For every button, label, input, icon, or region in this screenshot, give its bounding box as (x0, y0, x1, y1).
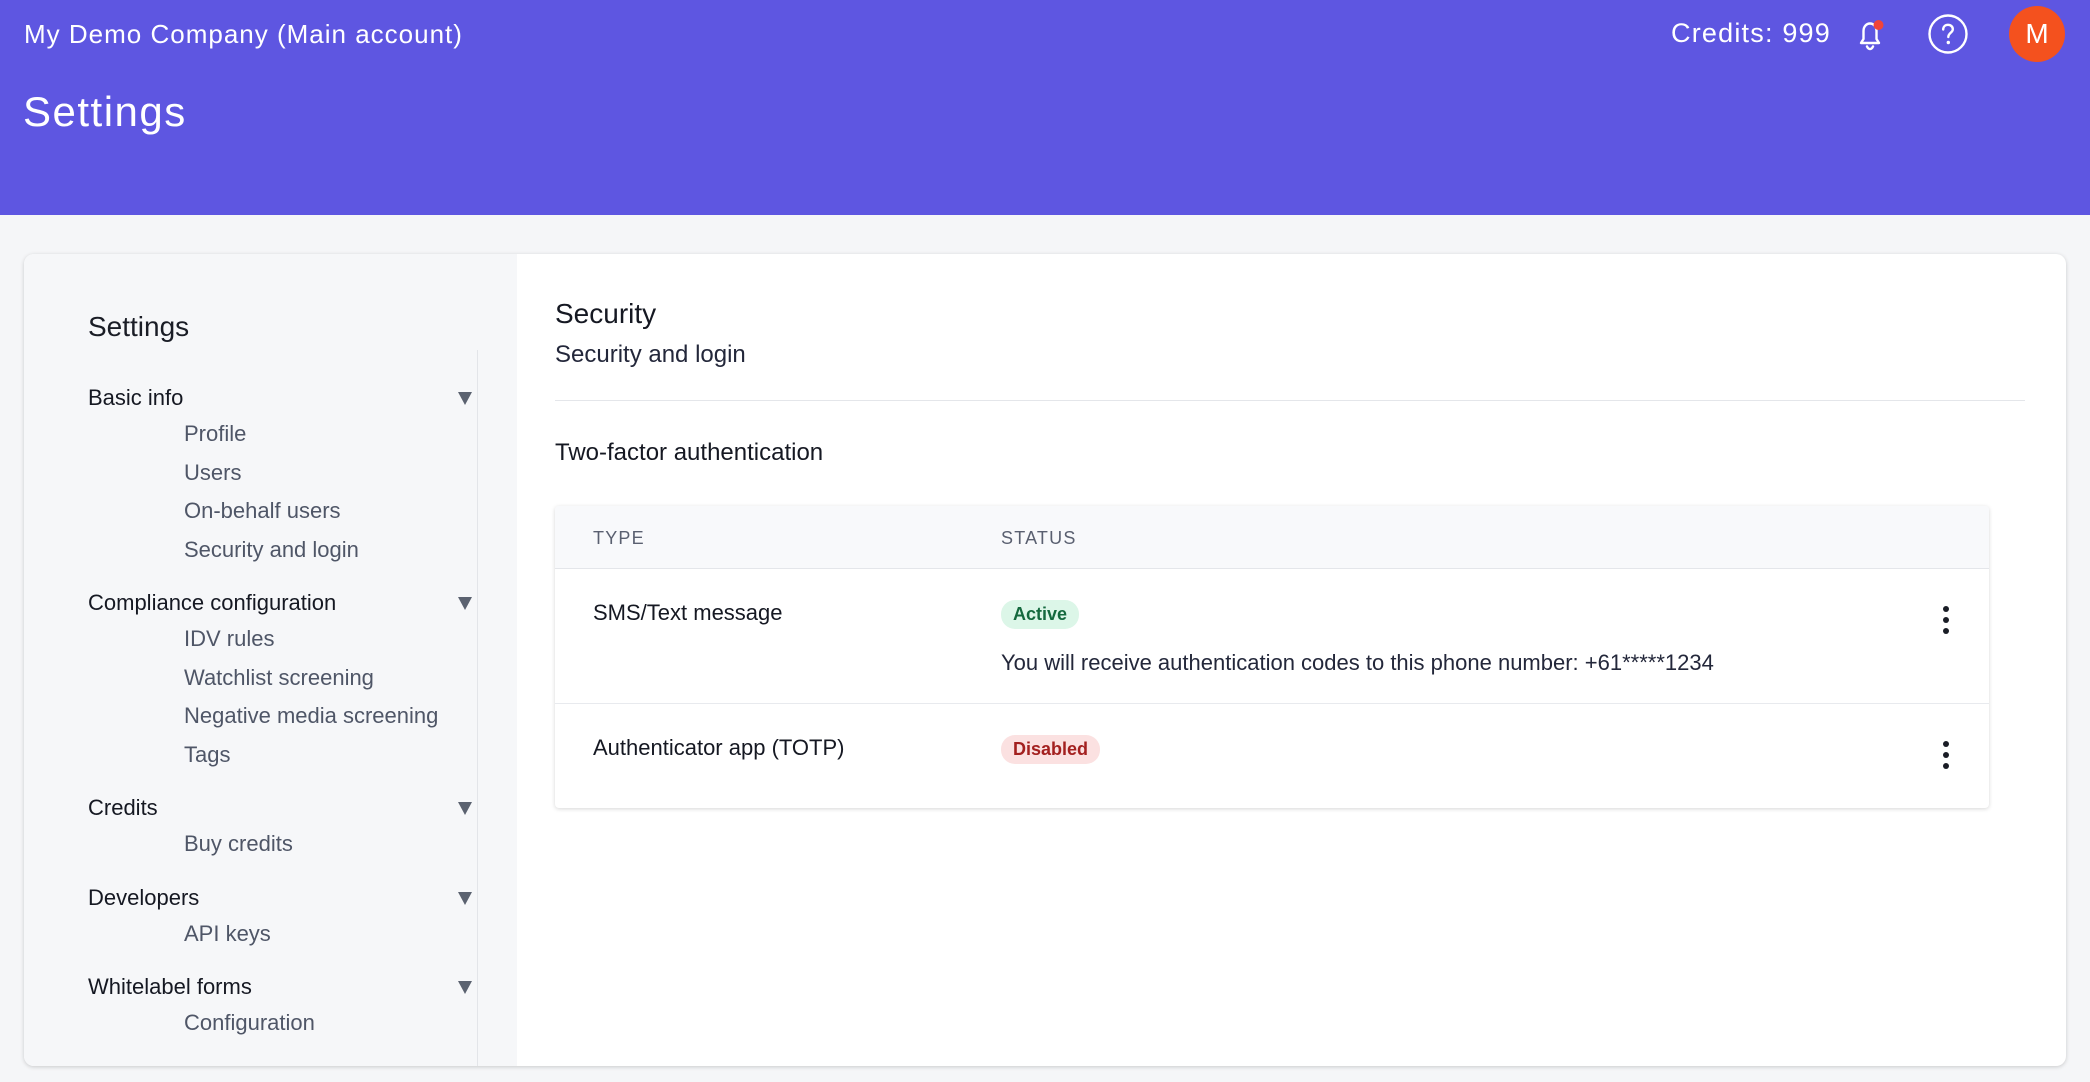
status-badge: Active (1001, 600, 1080, 629)
status-badge: Disabled (1001, 735, 1101, 764)
bell-icon (1859, 20, 1884, 51)
nav-group-toggle[interactable]: Basic info (88, 381, 476, 415)
nav-group-toggle[interactable]: Whitelabel forms (88, 970, 476, 1004)
sidebar-item-on-behalf-users[interactable]: On-behalf users (88, 492, 476, 531)
section-divider (555, 400, 2025, 401)
credits-balance: Credits: 999 (1671, 18, 1831, 48)
settings-panel: Settings Basic info Profile Users On-beh… (24, 254, 2066, 1066)
nav-group-credits: Credits Buy credits (88, 791, 476, 864)
caret-down-icon (458, 596, 472, 610)
help-circle-icon (1928, 14, 1968, 54)
sidebar-item-api-keys[interactable]: API keys (88, 915, 476, 954)
page-title: Settings (23, 88, 187, 135)
table-row: SMS/Text message Active You will receive… (555, 570, 1989, 704)
nav-group-toggle[interactable]: Developers (88, 881, 476, 915)
caret-down-icon (458, 391, 472, 405)
method-description: You will receive authentication codes to… (1001, 650, 1714, 675)
nav-group-label: Developers (88, 885, 200, 910)
nav-group-whitelabel-forms: Whitelabel forms Configuration (88, 970, 476, 1043)
table-row: Authenticator app (TOTP) Disabled (555, 705, 1989, 808)
settings-sidebar: Settings Basic info Profile Users On-beh… (24, 254, 517, 1066)
sidebar-divider (477, 350, 478, 1066)
nav-group-developers: Developers API keys (88, 881, 476, 954)
nav-group-label: Basic info (88, 385, 184, 410)
caret-down-icon (458, 980, 472, 994)
nav-group-label: Compliance configuration (88, 590, 337, 615)
account-name[interactable]: My Demo Company (Main account) (24, 19, 463, 50)
two-factor-table: TYPE STATUS SMS/Text message Active You … (555, 506, 1989, 808)
sidebar-item-configuration[interactable]: Configuration (88, 1004, 476, 1043)
caret-down-icon (458, 801, 472, 815)
sidebar-item-tags[interactable]: Tags (88, 736, 476, 775)
more-vertical-icon (1943, 606, 1949, 612)
help-button[interactable] (1926, 12, 1970, 56)
nav-group-label: Whitelabel forms (88, 974, 252, 999)
nav-group-basic-info: Basic info Profile Users On-behalf users… (88, 381, 476, 569)
method-type: Authenticator app (TOTP) (593, 735, 845, 760)
user-avatar[interactable]: M (2009, 6, 2065, 62)
nav-group-label: Credits (88, 795, 158, 820)
two-factor-heading: Two-factor authentication (555, 439, 824, 466)
column-header-status: STATUS (1001, 528, 1077, 548)
top-bar: My Demo Company (Main account) Settings … (0, 0, 2090, 215)
row-actions-button[interactable] (1931, 600, 1961, 640)
table-header: TYPE STATUS (555, 506, 1989, 569)
sidebar-item-users[interactable]: Users (88, 454, 476, 493)
more-vertical-icon (1943, 741, 1949, 747)
row-actions-button[interactable] (1931, 735, 1961, 775)
sidebar-item-profile[interactable]: Profile (88, 415, 476, 454)
notifications-button[interactable] (1848, 12, 1892, 56)
method-type: SMS/Text message (593, 600, 783, 625)
nav-group-toggle[interactable]: Compliance configuration (88, 586, 476, 620)
sidebar-title: Settings (88, 311, 190, 342)
sidebar-item-security-and-login[interactable]: Security and login (88, 531, 476, 570)
nav-group-toggle[interactable]: Credits (88, 791, 476, 825)
nav-group-compliance-configuration: Compliance configuration IDV rules Watch… (88, 586, 476, 774)
notification-dot (1873, 20, 1884, 30)
sidebar-item-idv-rules[interactable]: IDV rules (88, 620, 476, 659)
caret-down-icon (458, 891, 472, 905)
security-content: Security Security and login Two-factor a… (555, 254, 2066, 1066)
section-title: Security (555, 298, 657, 329)
section-subtitle: Security and login (555, 341, 746, 368)
sidebar-item-buy-credits[interactable]: Buy credits (88, 825, 476, 864)
column-header-type: TYPE (593, 528, 645, 548)
sidebar-item-negative-media-screening[interactable]: Negative media screening (88, 697, 476, 736)
sidebar-item-watchlist-screening[interactable]: Watchlist screening (88, 659, 476, 698)
